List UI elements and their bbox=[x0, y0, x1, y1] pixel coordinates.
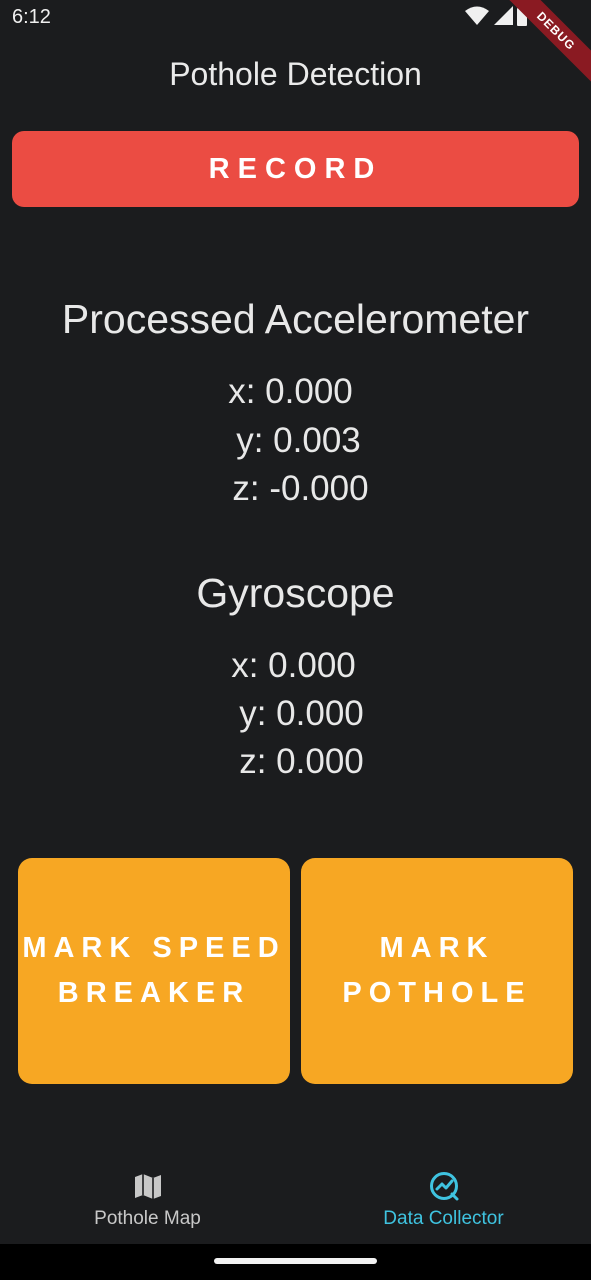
mark-speed-breaker-label: MARK SPEED BREAKER bbox=[22, 926, 285, 1016]
nav-item-pothole-map[interactable]: Pothole Map bbox=[0, 1148, 295, 1244]
accelerometer-y-value: y: 0.003 bbox=[236, 421, 361, 460]
bottom-navigation: Pothole Map Data Collector bbox=[0, 1148, 591, 1244]
mark-pothole-button[interactable]: MARK POTHOLE bbox=[301, 858, 573, 1084]
signal-icon bbox=[494, 6, 513, 25]
chart-icon bbox=[429, 1172, 458, 1201]
accelerometer-z-value: z: -0.000 bbox=[232, 469, 369, 508]
mark-speed-breaker-line2: BREAKER bbox=[57, 977, 251, 1009]
accelerometer-title: Processed Accelerometer bbox=[61, 296, 530, 342]
gyroscope-x-value: x: 0.000 bbox=[231, 646, 356, 685]
nav-label-data-collector: Data Collector bbox=[383, 1208, 504, 1229]
accelerometer-x-value: x: 0.000 bbox=[228, 372, 353, 411]
record-button[interactable]: RECORD bbox=[12, 131, 579, 207]
map-icon bbox=[134, 1174, 161, 1199]
gyroscope-y-value: y: 0.000 bbox=[239, 694, 364, 733]
wifi-icon bbox=[465, 6, 489, 25]
mark-pothole-label: MARK POTHOLE bbox=[342, 926, 531, 1016]
gyroscope-title: Gyroscope bbox=[196, 570, 395, 616]
app-screen: 6:12 DEBUG Pothole Detection RECORD Proc… bbox=[0, 0, 591, 1280]
nav-item-data-collector[interactable]: Data Collector bbox=[296, 1148, 591, 1244]
mark-pothole-line1: MARK bbox=[379, 932, 495, 964]
status-bar: 6:12 DEBUG bbox=[0, 0, 591, 92]
status-time: 6:12 bbox=[12, 6, 51, 28]
mark-speed-breaker-button[interactable]: MARK SPEED BREAKER bbox=[18, 858, 290, 1084]
mark-speed-breaker-line1: MARK SPEED bbox=[22, 932, 286, 964]
nav-label-pothole-map: Pothole Map bbox=[94, 1208, 201, 1229]
gyroscope-z-value: z: 0.000 bbox=[239, 742, 364, 781]
home-gesture-handle[interactable] bbox=[214, 1258, 377, 1264]
page-title: Pothole Detection bbox=[169, 56, 422, 92]
mark-pothole-line2: POTHOLE bbox=[342, 977, 532, 1009]
